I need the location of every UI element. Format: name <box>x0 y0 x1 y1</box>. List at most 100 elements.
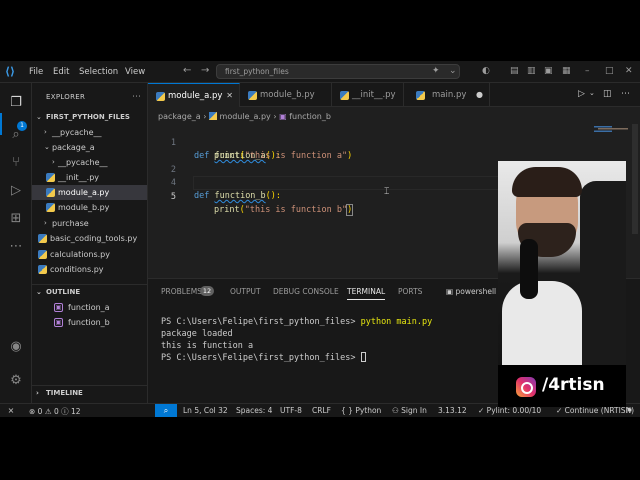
current-line-highlight <box>193 176 523 190</box>
chevron-right-icon: › <box>52 158 55 166</box>
tab-terminal[interactable]: TERMINAL <box>347 287 386 300</box>
run-debug-icon[interactable]: ▷ <box>8 183 24 199</box>
problems-status[interactable]: ⊗ 0 ⚠ 0 ⓘ 12 <box>29 406 81 417</box>
tab-output[interactable]: OUTPUT <box>230 287 261 296</box>
outline-item-label: function_a <box>68 303 110 312</box>
close-window-icon[interactable]: ✕ <box>625 66 633 76</box>
minimize-icon[interactable]: – <box>585 66 590 76</box>
continue-status[interactable]: ✓ Continue (NRTISN) <box>556 406 634 415</box>
python-file-icon <box>38 234 47 243</box>
indentation[interactable]: Spaces: 4 <box>236 406 272 415</box>
minimap[interactable] <box>594 126 634 132</box>
terminal-cursor <box>360 352 366 362</box>
forward-arrow-icon[interactable]: → <box>201 65 209 76</box>
gear-icon[interactable]: ⚙ <box>8 373 24 389</box>
outline-section[interactable]: ⌄ OUTLINE <box>32 284 147 298</box>
menu-selection[interactable]: Selection <box>79 67 118 77</box>
account-icon[interactable]: ◐ <box>482 66 490 76</box>
tree-item-label: module_a.py <box>58 188 110 197</box>
tree-item[interactable]: __init__.py <box>32 170 147 185</box>
remote-icon[interactable]: ⨯ <box>0 404 22 417</box>
toggle-sidebar-icon[interactable]: ▥ <box>527 66 536 76</box>
chevron-right-icon: › <box>44 128 47 136</box>
split-editor-icon[interactable]: ◫ <box>603 89 612 99</box>
encoding[interactable]: UTF-8 <box>280 406 302 415</box>
function-symbol-icon: ▣ <box>54 318 63 327</box>
toggle-panel-icon[interactable]: ▣ <box>544 66 553 76</box>
tree-item[interactable]: › purchase <box>32 216 147 231</box>
menu-file[interactable]: File <box>29 67 43 77</box>
extensions-icon[interactable]: ⊞ <box>8 211 24 227</box>
instagram-handle: /4rtisn <box>542 375 605 395</box>
tree-item[interactable]: › __pycache__ <box>32 155 147 170</box>
python-file-icon <box>156 92 165 101</box>
source-control-icon[interactable]: ⑂ <box>8 155 24 171</box>
tab-debug-console[interactable]: DEBUG CONSOLE <box>273 287 339 296</box>
tab-main[interactable]: main.py ● <box>404 83 490 107</box>
explorer-icon[interactable]: ❐ <box>8 95 24 111</box>
run-icon[interactable]: ▷ <box>578 89 585 99</box>
tab-ports[interactable]: PORTS <box>398 287 422 296</box>
more-icon[interactable]: ⋯ <box>8 239 24 255</box>
chevron-down-icon[interactable]: ⌄ <box>589 89 595 97</box>
cursor-position[interactable]: Ln 5, Col 32 <box>183 406 228 415</box>
language-mode[interactable]: { } Python <box>341 406 381 415</box>
terminal-line: package loaded <box>161 329 233 339</box>
tab-module-b[interactable]: module_b.py <box>240 83 332 107</box>
tab-module-a[interactable]: module_a.py ✕ <box>148 83 240 107</box>
tree-item[interactable]: module_a.py <box>32 185 147 200</box>
tree-item[interactable]: module_b.py <box>32 200 147 215</box>
maximize-icon[interactable]: □ <box>605 66 614 76</box>
tree-item[interactable]: basic_coding_tools.py <box>32 231 147 246</box>
chair <box>580 181 626 365</box>
python-file-icon <box>46 203 55 212</box>
webcam-overlay <box>498 161 626 365</box>
account-avatar-icon[interactable]: ◉ <box>8 339 24 355</box>
more-actions-icon[interactable]: ⋯ <box>621 89 630 99</box>
close-icon[interactable]: ✕ <box>226 84 233 108</box>
pylint-status[interactable]: ✓ Pylint: 0.00/10 <box>478 406 541 415</box>
python-file-icon <box>416 91 425 100</box>
python-file-icon <box>46 173 55 182</box>
editor-scrollbar[interactable] <box>632 124 638 234</box>
tab-problems[interactable]: PROBLEMS <box>161 287 202 296</box>
problems-badge: 12 <box>200 286 214 296</box>
tree-item[interactable]: conditions.py <box>32 262 147 277</box>
notifications-icon[interactable]: ⚑ <box>626 406 633 415</box>
search-text: first_python_files <box>225 67 289 76</box>
layout-icon[interactable]: ▤ <box>510 66 519 76</box>
line-ending[interactable]: CRLF <box>312 406 331 415</box>
outline-item[interactable]: ▣ function_a <box>32 300 147 315</box>
modified-dot-icon[interactable]: ● <box>476 83 483 107</box>
outline-item[interactable]: ▣ function_b <box>32 315 147 330</box>
python-version[interactable]: 3.13.12 <box>438 406 467 415</box>
tab-label: __init__.py <box>352 90 396 100</box>
timeline-section[interactable]: › TIMELINE <box>32 385 147 399</box>
menu-view[interactable]: View <box>125 67 145 77</box>
breadcrumb-file[interactable]: module_a.py <box>220 112 271 121</box>
copilot-icon[interactable]: ✦ <box>432 66 440 76</box>
tab-init[interactable]: __init__.py <box>332 83 404 107</box>
activity-bar: ❐ 1 ⌕ ⑂ ▷ ⊞ ⋯ ◉ ⚙ <box>0 83 32 403</box>
tree-item[interactable]: › __pycache__ <box>32 125 147 140</box>
chevron-down-icon[interactable]: ⌄ <box>449 66 457 76</box>
tree-item-label: conditions.py <box>50 265 104 274</box>
root-folder[interactable]: ⌄ FIRST_PYTHON_FILES <box>32 110 147 125</box>
terminal-line[interactable]: PS C:\Users\Felipe\first_python_files> <box>161 352 366 364</box>
command-center-search[interactable]: first_python_files <box>216 64 460 79</box>
zoom-icon[interactable]: ⌕ <box>155 404 177 417</box>
sign-in[interactable]: ⚇ Sign In <box>392 406 427 415</box>
python-file-icon <box>38 250 47 259</box>
breadcrumb-folder[interactable]: package_a <box>158 112 201 121</box>
menu-edit[interactable]: Edit <box>53 67 69 77</box>
tree-item[interactable]: calculations.py <box>32 247 147 262</box>
tab-label: module_b.py <box>260 90 315 100</box>
back-arrow-icon[interactable]: ← <box>183 65 191 76</box>
explorer-more-icon[interactable]: ⋯ <box>132 92 141 102</box>
tree-item[interactable]: ⌄ package_a <box>32 140 147 155</box>
breadcrumb-symbol[interactable]: function_b <box>289 112 331 121</box>
search-icon[interactable]: ⌕ <box>8 127 24 143</box>
terminal-shell-selector[interactable]: ▣ powershell <box>446 287 496 296</box>
hair <box>512 167 582 197</box>
toggle-secondary-sidebar-icon[interactable]: ▦ <box>562 66 571 76</box>
